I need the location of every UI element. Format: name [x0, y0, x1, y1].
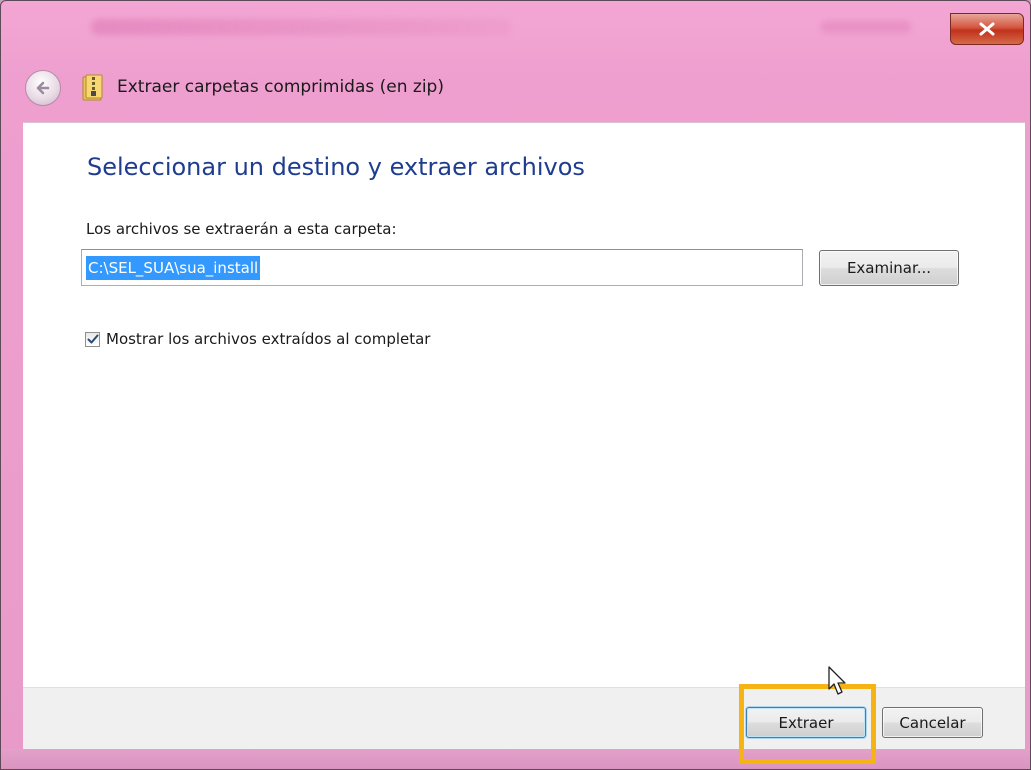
back-arrow-icon [36, 81, 50, 95]
browse-button[interactable]: Examinar... [819, 250, 959, 286]
page-heading: Seleccionar un destino y extraer archivo… [87, 153, 585, 181]
close-icon [979, 22, 995, 36]
wizard-navigation-bar: Extraer carpetas comprimidas (en zip) [1, 56, 1030, 122]
show-extracted-files-option[interactable]: Mostrar los archivos extraídos al comple… [85, 330, 430, 348]
window-bottom-border [1, 749, 1030, 769]
wizard-content: Seleccionar un destino y extraer archivo… [23, 122, 1025, 688]
titlebar-background-blur-right [821, 21, 911, 33]
checkmark-icon [87, 334, 98, 343]
destination-path-input[interactable]: C:\SEL_SUA\sua_install [81, 249, 803, 286]
cancel-button[interactable]: Cancelar [882, 707, 983, 738]
extract-button[interactable]: Extraer [746, 707, 866, 738]
close-button[interactable] [950, 13, 1024, 45]
wizard-footer: Extraer Cancelar [23, 687, 1025, 750]
show-extracted-files-checkbox[interactable] [85, 331, 100, 347]
extract-wizard-window: Extraer carpetas comprimidas (en zip) Se… [0, 0, 1031, 770]
back-button[interactable] [25, 70, 61, 106]
destination-label: Los archivos se extraerán a esta carpeta… [86, 220, 397, 238]
show-extracted-files-label: Mostrar los archivos extraídos al comple… [106, 330, 431, 348]
titlebar-background-blur [91, 19, 511, 35]
wizard-title: Extraer carpetas comprimidas (en zip) [117, 77, 444, 97]
zip-folder-icon [82, 74, 103, 101]
destination-path-value: C:\SEL_SUA\sua_install [86, 255, 261, 280]
